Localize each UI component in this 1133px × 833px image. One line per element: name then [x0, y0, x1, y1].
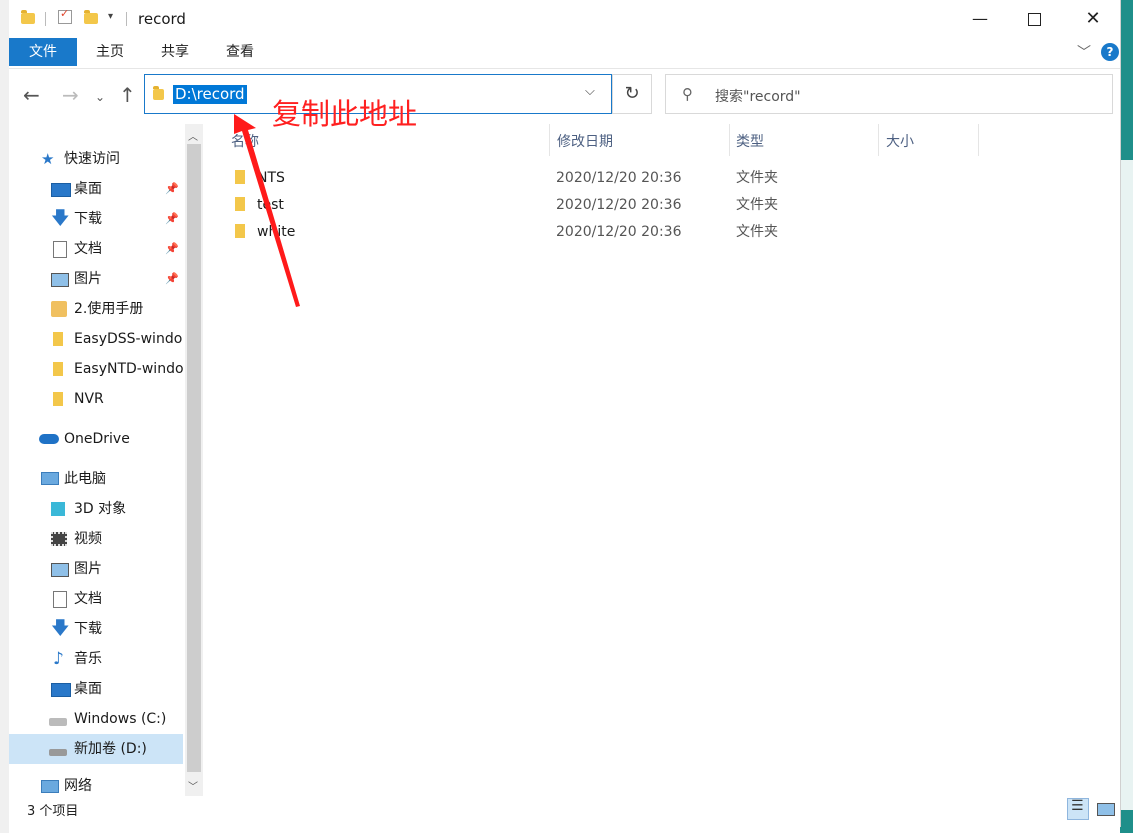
annotation-text: 复制此地址 [272, 97, 418, 131]
arrow-icon [234, 114, 300, 307]
annotation-arrow [234, 114, 300, 307]
